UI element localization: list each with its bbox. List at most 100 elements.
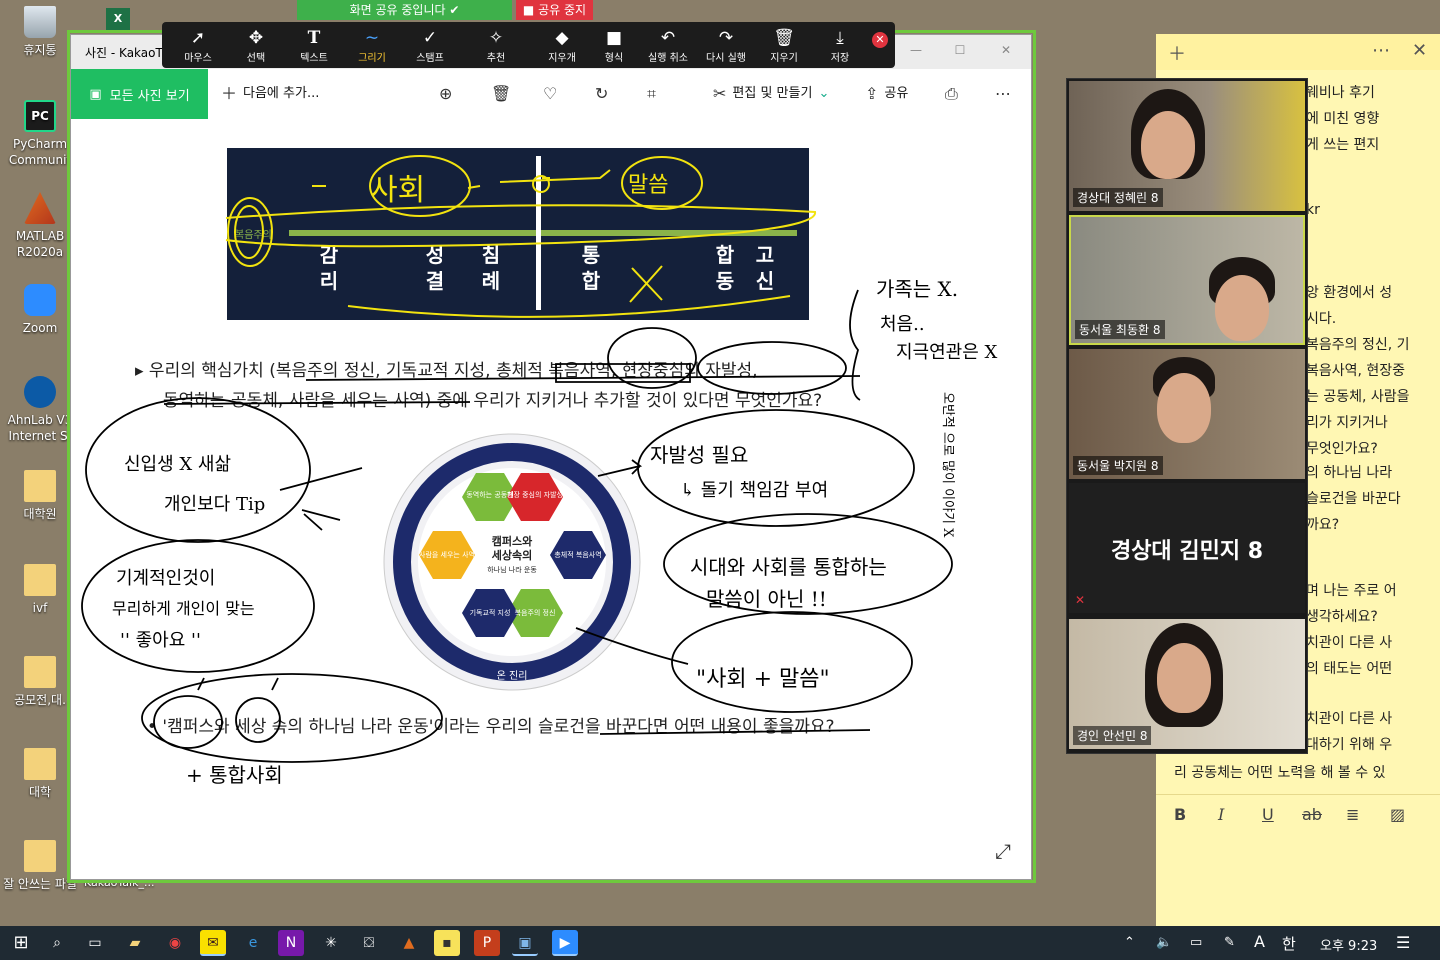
add-note-icon[interactable]: ＋ bbox=[1168, 40, 1186, 66]
question-1-line-2: 동역하는 공동체, 사람을 세우는 사역) 중에 우리가 지키거나 추가할 것이… bbox=[163, 391, 823, 411]
annotate-tool-redo[interactable]: ↷ 다시 실행 bbox=[698, 27, 754, 64]
desktop-icon-label: PyCharm Communit bbox=[8, 137, 72, 167]
annotate-tool-format[interactable]: ■ 형식 bbox=[586, 27, 642, 64]
add-to-button[interactable]: ＋ 다음에 추가... bbox=[221, 82, 319, 106]
annotate-tool-undo[interactable]: ↶ 실행 취소 bbox=[640, 27, 696, 64]
close-icon[interactable]: ✕ bbox=[1412, 40, 1427, 61]
chevron-up-icon[interactable]: ⌃ bbox=[1124, 935, 1135, 950]
pen-icon[interactable]: ✎ bbox=[1224, 935, 1235, 950]
more-button[interactable]: ⋯ bbox=[995, 82, 1011, 106]
folder-grad-shortcut[interactable]: 대학원 bbox=[0, 470, 80, 522]
notification-icon[interactable]: ☰ bbox=[1396, 933, 1410, 952]
zoom-icon[interactable]: ▶ bbox=[552, 930, 578, 956]
tool-label: 지우개 bbox=[548, 53, 576, 64]
matlab-shortcut[interactable]: MATLAB R2020a bbox=[0, 192, 80, 260]
slack-icon[interactable]: ✳ bbox=[318, 930, 344, 956]
folder-ivf-shortcut[interactable]: ivf bbox=[0, 564, 80, 616]
sticky-notes-icon[interactable]: ▪ bbox=[434, 930, 460, 956]
folder-univ-shortcut[interactable]: 대학 bbox=[0, 748, 80, 800]
share-button[interactable]: ⇪ 공유 bbox=[865, 82, 908, 106]
powerpoint-icon[interactable]: P bbox=[474, 930, 500, 956]
folder-contest-shortcut[interactable]: 공모전,대. bbox=[0, 656, 80, 708]
onenote-icon[interactable]: N bbox=[278, 930, 304, 956]
matlab-icon[interactable]: ▲ bbox=[396, 930, 422, 956]
more-icon[interactable]: ⋯ bbox=[1372, 40, 1390, 61]
volume-icon[interactable]: 🔈 bbox=[1156, 935, 1172, 950]
annotate-tool-eraser[interactable]: ◆ 지우개 bbox=[534, 27, 590, 64]
strikethrough-button[interactable]: ab bbox=[1302, 805, 1322, 824]
battery-icon[interactable]: ▭ bbox=[1190, 935, 1202, 950]
photos-icon[interactable]: ▣ bbox=[512, 930, 538, 956]
task-view-icon[interactable]: ▭ bbox=[82, 930, 108, 956]
print-button[interactable]: ⎙ bbox=[945, 82, 958, 106]
tool-label: 그리기 bbox=[358, 53, 386, 64]
folder-icon bbox=[24, 840, 56, 872]
windows-start-icon[interactable]: ⊞ bbox=[8, 930, 34, 956]
stop-share-button[interactable]: ■ 공유 중지 bbox=[516, 0, 593, 20]
ahnlab-shortcut[interactable]: AhnLab V3 Internet S. bbox=[0, 376, 80, 444]
sticky-line: 며 나는 주로 어 bbox=[1306, 583, 1397, 599]
sharing-status[interactable]: 화면 공유 중입니다 ✔ bbox=[297, 0, 512, 20]
edit-create-button[interactable]: ✂ 편집 및 만들기 ⌄ bbox=[713, 82, 829, 106]
annotate-tool-clear[interactable]: 🗑 지우기 bbox=[756, 27, 812, 64]
annotate-tool-spotlight[interactable]: ✧ 추천 bbox=[468, 27, 524, 64]
bullet-list-button[interactable]: ≣ bbox=[1346, 805, 1359, 824]
video-tile-active[interactable]: 동서울 최동환 8 bbox=[1069, 215, 1305, 345]
value-label: 기독교적 지성 bbox=[470, 608, 511, 617]
move-icon: ✥ bbox=[248, 28, 264, 48]
zoom-shortcut[interactable]: Zoom bbox=[0, 284, 80, 336]
tool-label: 선택 bbox=[246, 53, 266, 64]
delete-button[interactable]: 🗑 bbox=[491, 82, 511, 106]
insert-image-button[interactable]: ▨ bbox=[1390, 805, 1405, 824]
pycharm-shortcut[interactable]: PC PyCharm Communit bbox=[0, 100, 80, 168]
eraser-icon: ◆ bbox=[555, 28, 569, 48]
bold-button[interactable]: B bbox=[1174, 805, 1186, 824]
file-explorer-icon[interactable]: ▰ bbox=[122, 930, 148, 956]
underline-button[interactable]: U bbox=[1262, 805, 1274, 824]
clock[interactable]: 오후 9:23 bbox=[1320, 935, 1377, 954]
photos-viewer-window: 사진 - KakaoT — ☐ ✕ ▣ 모든 사진 보기 ＋ 다음에 추가...… bbox=[70, 34, 1032, 880]
zoom-in-button[interactable]: ⊕ bbox=[439, 82, 452, 106]
excel-file-icon[interactable]: X bbox=[106, 8, 130, 30]
annotate-tool-save[interactable]: ⤓ 저장 bbox=[812, 27, 868, 64]
annotate-tool-mouse[interactable]: ➚ 마우스 bbox=[170, 27, 226, 64]
ime-mode[interactable]: A bbox=[1254, 932, 1265, 951]
edge-icon[interactable]: e bbox=[240, 930, 266, 956]
search-icon[interactable]: ⌕ bbox=[44, 930, 70, 956]
rotate-button[interactable]: ↻ bbox=[595, 82, 608, 106]
crop-button[interactable]: ⌗ bbox=[647, 82, 656, 106]
italic-button[interactable]: I bbox=[1218, 805, 1224, 824]
video-tile[interactable]: 경인 안선민 8 bbox=[1069, 619, 1305, 749]
recycle-bin-shortcut[interactable]: 휴지통 bbox=[0, 6, 80, 58]
chrome-icon[interactable]: ◉ bbox=[162, 930, 188, 956]
korean-ime[interactable]: 한 bbox=[1282, 933, 1296, 954]
value-label: 총체적 복음사역 bbox=[554, 550, 601, 559]
video-tile[interactable]: 경상대 정혜린 8 bbox=[1069, 81, 1305, 211]
annotate-tool-text[interactable]: T 텍스트 bbox=[286, 27, 342, 64]
close-icon[interactable]: ✕ bbox=[997, 43, 1015, 59]
close-annotate-button[interactable]: ✕ bbox=[872, 32, 888, 48]
format-icon: ■ bbox=[605, 28, 623, 48]
annotate-tool-stamp[interactable]: ✓ 스탬프 bbox=[402, 27, 458, 64]
sticky-header: ＋ ⋯ ✕ bbox=[1156, 34, 1440, 70]
all-photos-button[interactable]: ▣ 모든 사진 보기 bbox=[71, 69, 208, 119]
minimize-icon[interactable]: — bbox=[907, 43, 925, 59]
favorite-button[interactable]: ♡ bbox=[543, 82, 557, 106]
sticky-line: 의 태도는 어떤 bbox=[1306, 661, 1393, 677]
wheel-bottom-label: 온 진리 bbox=[497, 670, 528, 682]
banner-word: 성결 bbox=[425, 243, 445, 293]
annotate-tool-draw[interactable]: ∼ 그리기 bbox=[344, 27, 400, 64]
question-1-line-1: ▸ 우리의 핵심가치 (복음주의 정신, 기독교적 지성, 총체적 복음사역, … bbox=[135, 361, 758, 381]
viewer-toolbar: ▣ 모든 사진 보기 ＋ 다음에 추가... ⊕ 🗑 ♡ ↻ ⌗ ✂ 편집 및 … bbox=[71, 69, 1031, 119]
folder-misc-shortcut[interactable]: 잘 안쓰는 파일 bbox=[0, 840, 80, 892]
video-panel: 경상대 정혜린 8 동서울 최동환 8 동서울 박지원 8 경상대 김민지 8 … bbox=[1066, 78, 1308, 754]
video-tile[interactable]: 동서울 박지원 8 bbox=[1069, 349, 1305, 479]
maximize-icon[interactable]: ☐ bbox=[951, 43, 969, 59]
annotate-tool-select[interactable]: ✥ 선택 bbox=[228, 27, 284, 64]
sticky-line: 의 하나님 나라 bbox=[1306, 465, 1393, 481]
fullscreen-icon[interactable]: ⤢ bbox=[995, 839, 1011, 863]
kakaotalk-icon[interactable]: ✉ bbox=[200, 930, 226, 956]
store-icon[interactable]: ⛋ bbox=[356, 930, 382, 956]
banner-green-line bbox=[289, 230, 797, 236]
video-tile[interactable]: 경상대 김민지 8 ✕ bbox=[1069, 483, 1305, 613]
